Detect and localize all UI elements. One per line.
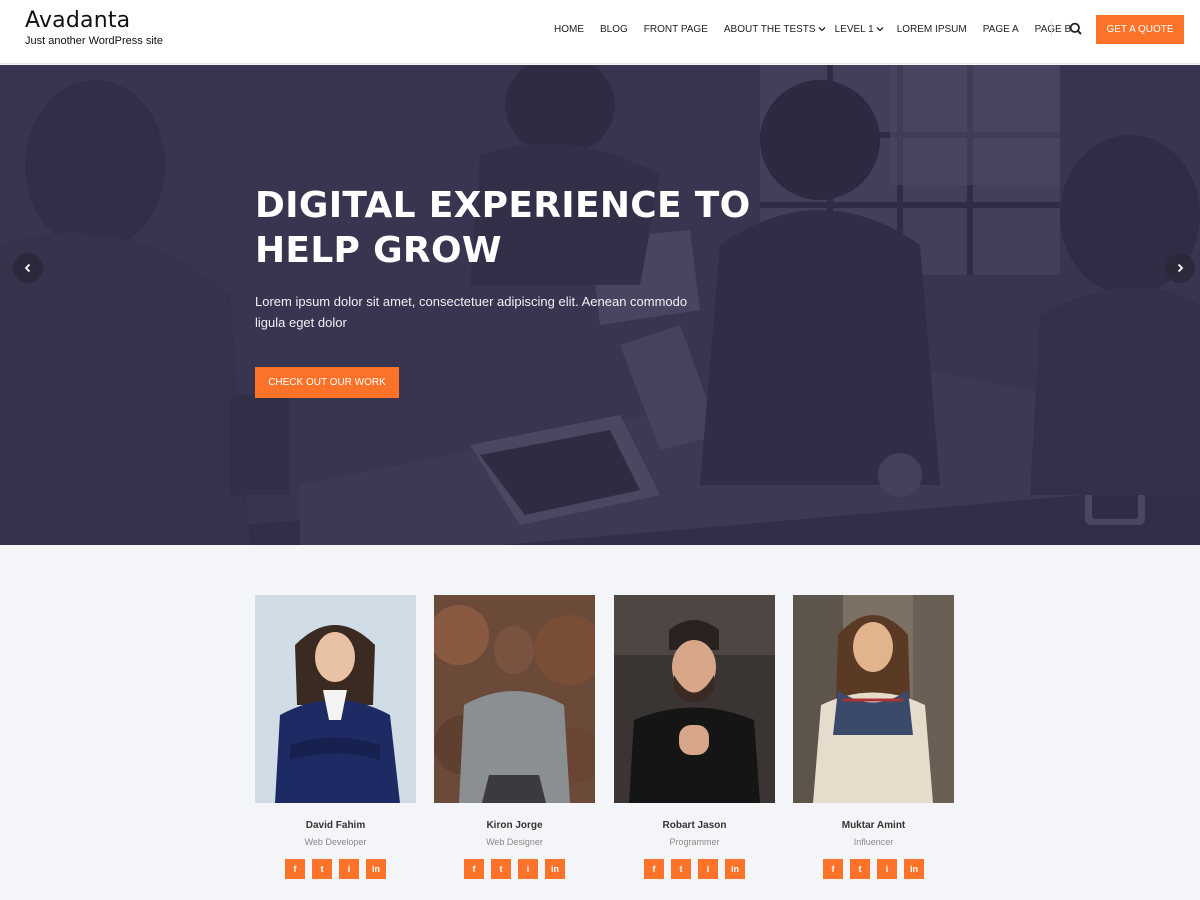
team-member-photo [614,595,775,803]
linkedin-icon[interactable]: in [366,859,386,879]
nav-item-level-1[interactable]: LEVEL 1 [831,0,889,58]
team-member-photo [793,595,954,803]
nav-item-front-page[interactable]: FRONT PAGE [636,0,716,58]
team-section: David Fahim Web Developer f t i in Kiron… [0,545,1200,900]
nav-label: BLOG [600,23,628,35]
main-nav: HOME BLOG FRONT PAGE ABOUT THE TESTS LEV… [546,0,1079,58]
twitter-icon[interactable]: t [850,859,870,879]
search-icon [1069,22,1082,35]
hero-description: Lorem ipsum dolor sit amet, consectetuer… [255,294,688,330]
slider-prev-button[interactable] [13,253,43,283]
site-tagline: Just another WordPress site [25,35,163,47]
nav-label: LOREM IPSUM [896,23,967,35]
twitter-icon[interactable]: t [671,859,691,879]
nav-item-about-the-tests[interactable]: ABOUT THE TESTS [716,0,831,58]
hero-title-line: HELP GROW [255,230,502,271]
nav-label: PAGE B [1034,23,1072,35]
linkedin-icon[interactable]: in [545,859,565,879]
hero-title: DIGITAL EXPERIENCE TO HELP GROW [255,183,775,273]
social-links: f t i in [434,859,595,879]
twitter-icon[interactable]: t [491,859,511,879]
get-a-quote-button[interactable]: GET A QUOTE [1096,15,1184,44]
chevron-right-icon [1177,263,1184,273]
chevron-down-icon [818,27,826,32]
nav-label: FRONT PAGE [643,23,708,35]
nav-label: LEVEL 1 [834,23,874,35]
social-links: f t i in [793,859,954,879]
social-links: f t i in [614,859,775,879]
team-member-role: Programmer [669,837,720,847]
team-card: Robart Jason Programmer f t i in [614,595,775,879]
team-member-name: David Fahim [305,820,366,831]
hero-slider: DIGITAL EXPERIENCE TO HELP GROW Lorem ip… [0,65,1200,545]
linkedin-icon[interactable]: in [725,859,745,879]
team-card: David Fahim Web Developer f t i in [255,595,416,879]
chevron-down-icon [876,27,884,32]
twitter-icon[interactable]: t [312,859,332,879]
team-member-name: Robart Jason [662,820,727,831]
nav-item-blog[interactable]: BLOG [592,0,636,58]
team-member-role: Web Designer [486,837,543,847]
team-card: Muktar Amint Influencer f t i in [793,595,954,879]
hero-title-line: DIGITAL EXPERIENCE TO [255,185,751,226]
team-member-name: Muktar Amint [841,820,906,831]
facebook-icon[interactable]: f [285,859,305,879]
site-header: Avadanta Just another WordPress site HOM… [0,0,1200,64]
instagram-icon[interactable]: i [698,859,718,879]
team-member-role: Web Developer [304,837,367,847]
instagram-icon[interactable]: i [339,859,359,879]
facebook-icon[interactable]: f [644,859,664,879]
nav-label: PAGE A [982,23,1019,35]
team-member-photo [255,595,416,803]
nav-divider [1051,21,1052,37]
facebook-icon[interactable]: f [823,859,843,879]
brand[interactable]: Avadanta Just another WordPress site [25,8,163,47]
nav-item-lorem-ipsum[interactable]: LOREM IPSUM [889,0,975,58]
nav-label: HOME [554,23,584,35]
instagram-icon[interactable]: i [877,859,897,879]
facebook-icon[interactable]: f [464,859,484,879]
team-card: Kiron Jorge Web Designer f t i in [434,595,595,879]
team-member-photo [434,595,595,803]
team-member-name: Kiron Jorge [486,820,543,831]
check-out-our-work-button[interactable]: CHECK OUT OUR WORK [255,367,399,398]
team-member-role: Influencer [853,837,894,847]
search-button[interactable] [1068,21,1084,37]
nav-item-home[interactable]: HOME [546,0,592,58]
site-title[interactable]: Avadanta [25,8,163,33]
nav-item-page-a[interactable]: PAGE A [975,0,1027,58]
social-links: f t i in [255,859,416,879]
nav-label: ABOUT THE TESTS [723,23,816,35]
linkedin-icon[interactable]: in [904,859,924,879]
slider-next-button[interactable] [1165,253,1195,283]
instagram-icon[interactable]: i [518,859,538,879]
chevron-left-icon [24,263,31,273]
